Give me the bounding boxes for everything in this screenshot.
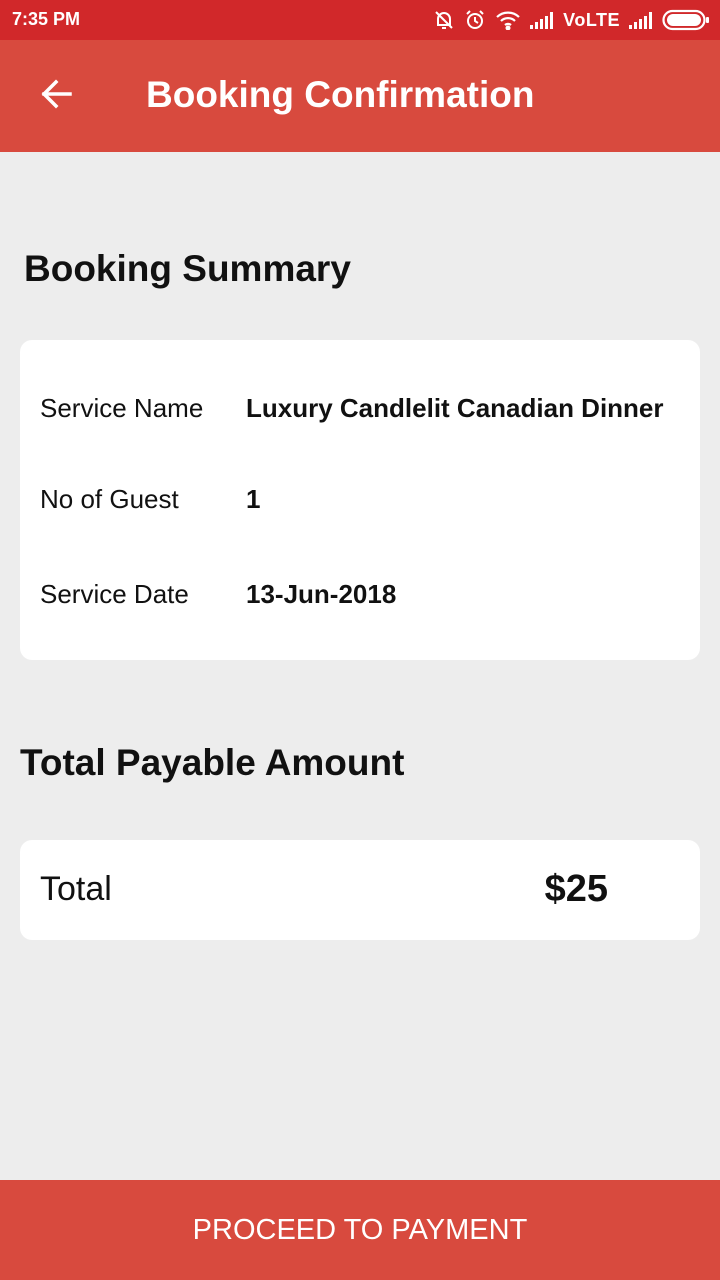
total-card: Total $25 — [20, 840, 700, 940]
service-date-label: Service Date — [40, 579, 189, 609]
status-time: 7:35 PM — [12, 9, 81, 29]
page-title: Booking Confirmation — [146, 74, 535, 115]
total-label: Total — [40, 870, 112, 908]
silent-bell-icon — [433, 9, 455, 31]
alarm-icon — [464, 9, 486, 31]
signal-icon — [530, 11, 554, 29]
booking-summary-card: Service Name Luxury Candlelit Canadian D… — [20, 340, 700, 660]
proceed-button-label: PROCEED TO PAYMENT — [192, 1213, 528, 1246]
status-bar: 7:35 PM VoLTE — [0, 0, 720, 40]
arrow-left-icon — [38, 76, 74, 117]
proceed-to-payment-button[interactable]: PROCEED TO PAYMENT — [0, 1180, 720, 1280]
total-amount: $25 — [544, 868, 608, 910]
guest-count-label: No of Guest — [40, 484, 179, 514]
network-label: VoLTE — [563, 9, 620, 30]
app-bar: Booking Confirmation — [0, 40, 720, 152]
signal-icon — [629, 11, 653, 29]
wifi-icon — [495, 10, 521, 30]
service-name-label: Service Name — [40, 393, 204, 423]
booking-summary-heading: Booking Summary — [24, 248, 351, 289]
service-date-value: 13-Jun-2018 — [246, 579, 397, 609]
total-payable-heading: Total Payable Amount — [20, 742, 405, 783]
back-button[interactable] — [30, 70, 82, 122]
battery-icon — [662, 9, 710, 31]
status-icons: VoLTE — [433, 8, 710, 32]
guest-count-value: 1 — [246, 484, 261, 514]
service-name-value: Luxury Candlelit Canadian Dinner — [246, 393, 664, 423]
